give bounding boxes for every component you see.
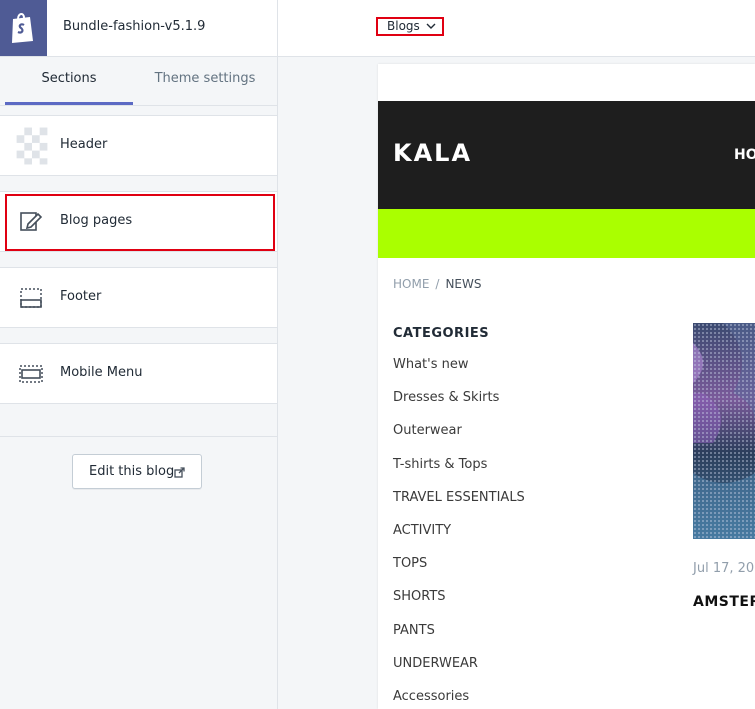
category-link[interactable]: TOPS xyxy=(393,556,525,589)
article-image xyxy=(693,323,755,539)
breadcrumb-current: NEWS xyxy=(445,277,482,291)
category-link[interactable]: T-shirts & Tops xyxy=(393,457,525,490)
header-checker-icon xyxy=(16,127,48,165)
tab-theme-settings[interactable]: Theme settings xyxy=(140,57,270,105)
store-header: Bundle-fashion-v5.1.9 xyxy=(0,0,277,57)
external-link-icon xyxy=(174,467,185,478)
section-item-header[interactable]: Header xyxy=(0,115,277,176)
shopify-logo[interactable] xyxy=(0,0,47,56)
page-type-value: Blogs xyxy=(387,19,420,33)
site-nav-home[interactable]: HO xyxy=(734,147,755,163)
shopify-bag-icon xyxy=(12,13,33,43)
preview-announcement-bar xyxy=(378,64,755,101)
section-item-mobile-menu[interactable]: Mobile Menu xyxy=(0,343,277,404)
section-item-footer[interactable]: Footer xyxy=(0,267,277,328)
edit-this-blog-label: Edit this blog xyxy=(89,464,175,479)
categories-heading: CATEGORIES xyxy=(393,326,490,341)
edit-this-blog-button[interactable]: Edit this blog xyxy=(72,454,202,489)
sections-sidebar: Bundle-fashion-v5.1.9 Sections Theme set… xyxy=(0,0,278,709)
sidebar-tabs: Sections Theme settings xyxy=(0,57,277,106)
article-title[interactable]: AMSTER xyxy=(693,594,755,610)
footer-icon xyxy=(20,288,42,308)
site-logo[interactable]: KALA xyxy=(393,139,472,167)
section-label-footer: Footer xyxy=(60,289,102,304)
highlight-blog-pages xyxy=(5,194,275,251)
category-link[interactable]: PANTS xyxy=(393,623,525,656)
category-link[interactable]: Dresses & Skirts xyxy=(393,390,525,423)
breadcrumb: HOME / NEWS xyxy=(393,277,482,291)
breadcrumb-separator: / xyxy=(435,277,440,291)
section-label-mobile-menu: Mobile Menu xyxy=(60,365,143,380)
preview-toolbar: Blogs xyxy=(278,0,755,57)
category-link[interactable]: UNDERWEAR xyxy=(393,656,525,689)
category-link[interactable]: What's new xyxy=(393,357,525,390)
category-link[interactable]: Accessories xyxy=(393,689,525,709)
chevron-down-icon xyxy=(426,23,436,29)
category-link[interactable]: ACTIVITY xyxy=(393,523,525,556)
page-type-select[interactable]: Blogs xyxy=(376,17,444,36)
sidebar-divider xyxy=(0,436,277,437)
category-link[interactable]: SHORTS xyxy=(393,589,525,622)
mobile-menu-icon xyxy=(19,365,43,383)
article-thumbnail[interactable] xyxy=(693,323,755,539)
preview-promo-band xyxy=(378,209,755,258)
article-date: Jul 17, 201 xyxy=(693,561,755,576)
storefront-preview: KALA HO HOME / NEWS CATEGORIES What's new … xyxy=(378,64,755,709)
tab-sections[interactable]: Sections xyxy=(5,57,133,105)
store-name: Bundle-fashion-v5.1.9 xyxy=(63,19,206,34)
categories-list: What's new Dresses & Skirts Outerwear T-… xyxy=(393,357,525,709)
preview-site-header: KALA HO xyxy=(378,101,755,209)
breadcrumb-home[interactable]: HOME xyxy=(393,277,429,291)
section-label-header: Header xyxy=(60,137,108,152)
category-link[interactable]: TRAVEL ESSENTIALS xyxy=(393,490,525,523)
category-link[interactable]: Outerwear xyxy=(393,423,525,456)
